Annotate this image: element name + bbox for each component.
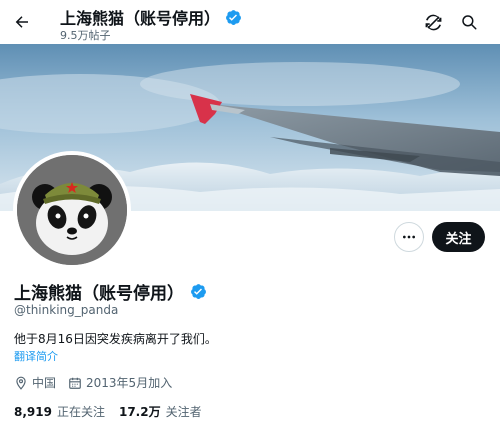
refresh-button[interactable] — [421, 10, 445, 34]
profile-meta: 中国 2013年5月加入 — [14, 374, 184, 391]
search-icon — [462, 15, 477, 30]
avatar[interactable] — [13, 151, 131, 269]
followers-link[interactable]: 17.2万 关注者 — [119, 403, 202, 420]
followers-count: 17.2万 — [118, 405, 161, 419]
back-arrow-icon — [15, 16, 28, 28]
more-options-button[interactable] — [394, 222, 424, 252]
translate-bio-link[interactable]: 翻译简介 — [14, 348, 58, 364]
header-title-row: 上海熊猫（账号停用） — [60, 5, 242, 29]
following-label: 正在关注 — [56, 405, 105, 419]
header-title: 上海熊猫（账号停用） — [60, 9, 221, 28]
follow-stats: 8,919 正在关注 17.2万 关注者 — [14, 403, 216, 420]
back-button[interactable] — [8, 8, 36, 36]
location-icon — [16, 376, 26, 390]
followers-label: 关注者 — [165, 405, 202, 419]
profile-name-row: 上海熊猫（账号停用） — [14, 279, 207, 304]
verified-badge-icon[interactable] — [190, 283, 207, 300]
joined-text: 2013年5月加入 — [86, 376, 173, 390]
top-bar: 上海熊猫（账号停用） 9.5万帖子 — [0, 0, 500, 44]
display-name: 上海熊猫（账号停用） — [14, 284, 184, 304]
handle: @thinking_panda — [14, 303, 119, 317]
joined-item: 2013年5月加入 — [68, 374, 172, 391]
location-text: 中国 — [32, 376, 57, 390]
posts-count: 9.5万帖子 — [60, 29, 111, 42]
calendar-icon — [69, 377, 81, 389]
more-icon — [403, 235, 415, 239]
panda-avatar-image — [17, 155, 127, 265]
bio: 他于8月16日因突发疾病离开了我们。 — [14, 332, 217, 346]
following-link[interactable]: 8,919 正在关注 — [14, 403, 105, 420]
refresh-icon — [425, 14, 441, 30]
search-button[interactable] — [457, 10, 481, 34]
verified-badge-icon — [226, 9, 241, 25]
follow-button[interactable]: 关注 — [432, 222, 485, 252]
following-count: 8,919 — [14, 404, 52, 419]
location-item: 中国 — [14, 374, 56, 391]
